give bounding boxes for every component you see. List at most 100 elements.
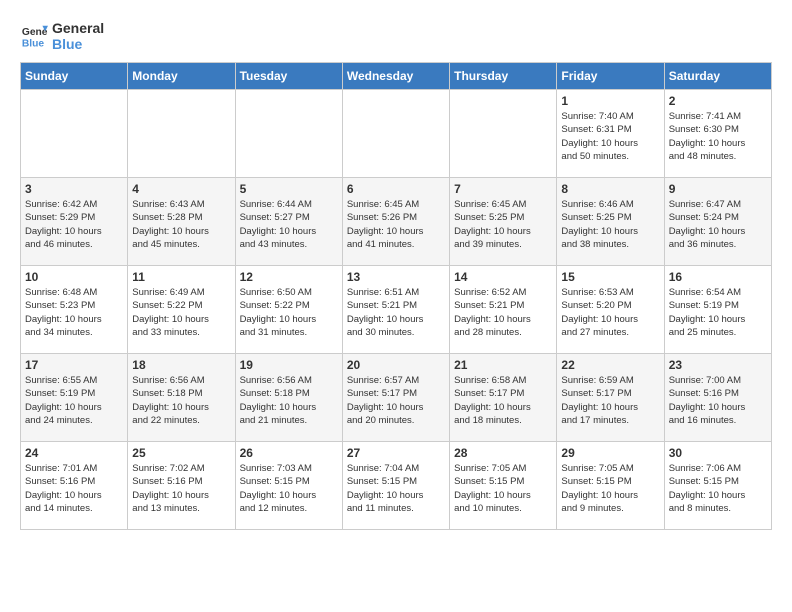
day-number: 6 [347, 182, 445, 196]
calendar-cell: 6 Sunrise: 6:45 AMSunset: 5:26 PMDaylight… [342, 178, 449, 266]
day-info: Sunrise: 6:49 AMSunset: 5:22 PMDaylight:… [132, 286, 230, 339]
calendar-cell: 18 Sunrise: 6:56 AMSunset: 5:18 PMDayligh… [128, 354, 235, 442]
calendar-cell: 27 Sunrise: 7:04 AMSunset: 5:15 PMDayligh… [342, 442, 449, 530]
logo: General Blue General Blue [20, 20, 104, 52]
day-number: 8 [561, 182, 659, 196]
calendar-cell: 7 Sunrise: 6:45 AMSunset: 5:25 PMDaylight… [450, 178, 557, 266]
day-number: 15 [561, 270, 659, 284]
weekday-header-wednesday: Wednesday [342, 63, 449, 90]
calendar-cell: 30Sunrise: 7:06 AMSunset: 5:15 PMDayligh… [664, 442, 771, 530]
calendar-cell: 12 Sunrise: 6:50 AMSunset: 5:22 PMDayligh… [235, 266, 342, 354]
day-info: Sunrise: 7:40 AMSunset: 6:31 PMDaylight:… [561, 110, 659, 163]
header: General Blue General Blue [20, 20, 772, 52]
calendar-cell: 10 Sunrise: 6:48 AMSunset: 5:23 PMDayligh… [21, 266, 128, 354]
day-number: 10 [25, 270, 123, 284]
calendar-cell [235, 90, 342, 178]
day-info: Sunrise: 6:58 AMSunset: 5:17 PMDaylight:… [454, 374, 552, 427]
day-number: 14 [454, 270, 552, 284]
week-row-5: 24 Sunrise: 7:01 AMSunset: 5:16 PMDayligh… [21, 442, 772, 530]
day-number: 24 [25, 446, 123, 460]
day-info: Sunrise: 7:41 AMSunset: 6:30 PMDaylight:… [669, 110, 767, 163]
svg-text:Blue: Blue [22, 38, 45, 49]
calendar-cell: 3 Sunrise: 6:42 AMSunset: 5:29 PMDaylight… [21, 178, 128, 266]
week-row-2: 3 Sunrise: 6:42 AMSunset: 5:29 PMDaylight… [21, 178, 772, 266]
weekday-header-tuesday: Tuesday [235, 63, 342, 90]
day-number: 29 [561, 446, 659, 460]
day-info: Sunrise: 6:52 AMSunset: 5:21 PMDaylight:… [454, 286, 552, 339]
week-row-3: 10 Sunrise: 6:48 AMSunset: 5:23 PMDayligh… [21, 266, 772, 354]
calendar-table: SundayMondayTuesdayWednesdayThursdayFrid… [20, 62, 772, 530]
day-number: 27 [347, 446, 445, 460]
day-number: 30 [669, 446, 767, 460]
day-info: Sunrise: 7:05 AMSunset: 5:15 PMDaylight:… [454, 462, 552, 515]
day-number: 7 [454, 182, 552, 196]
calendar-cell: 24 Sunrise: 7:01 AMSunset: 5:16 PMDayligh… [21, 442, 128, 530]
day-info: Sunrise: 6:43 AMSunset: 5:28 PMDaylight:… [132, 198, 230, 251]
day-number: 3 [25, 182, 123, 196]
calendar-cell: 11Sunrise: 6:49 AMSunset: 5:22 PMDayligh… [128, 266, 235, 354]
day-info: Sunrise: 6:46 AMSunset: 5:25 PMDaylight:… [561, 198, 659, 251]
day-info: Sunrise: 6:59 AMSunset: 5:17 PMDaylight:… [561, 374, 659, 427]
calendar-cell [128, 90, 235, 178]
day-number: 25 [132, 446, 230, 460]
logo-blue: Blue [52, 36, 104, 52]
calendar-cell: 19 Sunrise: 6:56 AMSunset: 5:18 PMDayligh… [235, 354, 342, 442]
day-info: Sunrise: 7:05 AMSunset: 5:15 PMDaylight:… [561, 462, 659, 515]
calendar-cell: 13Sunrise: 6:51 AMSunset: 5:21 PMDayligh… [342, 266, 449, 354]
logo-general: General [52, 20, 104, 36]
day-info: Sunrise: 6:56 AMSunset: 5:18 PMDaylight:… [240, 374, 338, 427]
day-info: Sunrise: 6:48 AMSunset: 5:23 PMDaylight:… [25, 286, 123, 339]
day-number: 21 [454, 358, 552, 372]
calendar-cell [450, 90, 557, 178]
day-info: Sunrise: 6:56 AMSunset: 5:18 PMDaylight:… [132, 374, 230, 427]
calendar-cell: 22Sunrise: 6:59 AMSunset: 5:17 PMDayligh… [557, 354, 664, 442]
day-info: Sunrise: 6:44 AMSunset: 5:27 PMDaylight:… [240, 198, 338, 251]
calendar-cell: 21 Sunrise: 6:58 AMSunset: 5:17 PMDayligh… [450, 354, 557, 442]
day-number: 12 [240, 270, 338, 284]
calendar-cell: 9 Sunrise: 6:47 AMSunset: 5:24 PMDaylight… [664, 178, 771, 266]
day-number: 26 [240, 446, 338, 460]
day-info: Sunrise: 7:00 AMSunset: 5:16 PMDaylight:… [669, 374, 767, 427]
weekday-header-row: SundayMondayTuesdayWednesdayThursdayFrid… [21, 63, 772, 90]
calendar-cell: 26Sunrise: 7:03 AMSunset: 5:15 PMDayligh… [235, 442, 342, 530]
week-row-4: 17Sunrise: 6:55 AMSunset: 5:19 PMDayligh… [21, 354, 772, 442]
day-info: Sunrise: 6:45 AMSunset: 5:25 PMDaylight:… [454, 198, 552, 251]
day-info: Sunrise: 7:04 AMSunset: 5:15 PMDaylight:… [347, 462, 445, 515]
day-number: 4 [132, 182, 230, 196]
day-number: 23 [669, 358, 767, 372]
day-info: Sunrise: 6:47 AMSunset: 5:24 PMDaylight:… [669, 198, 767, 251]
day-number: 28 [454, 446, 552, 460]
day-number: 2 [669, 94, 767, 108]
calendar-cell: 4 Sunrise: 6:43 AMSunset: 5:28 PMDaylight… [128, 178, 235, 266]
week-row-1: 1Sunrise: 7:40 AMSunset: 6:31 PMDaylight… [21, 90, 772, 178]
day-info: Sunrise: 7:02 AMSunset: 5:16 PMDaylight:… [132, 462, 230, 515]
day-info: Sunrise: 6:50 AMSunset: 5:22 PMDaylight:… [240, 286, 338, 339]
calendar-cell: 8 Sunrise: 6:46 AMSunset: 5:25 PMDaylight… [557, 178, 664, 266]
weekday-header-saturday: Saturday [664, 63, 771, 90]
day-number: 5 [240, 182, 338, 196]
day-info: Sunrise: 7:01 AMSunset: 5:16 PMDaylight:… [25, 462, 123, 515]
calendar-cell: 28 Sunrise: 7:05 AMSunset: 5:15 PMDayligh… [450, 442, 557, 530]
day-info: Sunrise: 6:57 AMSunset: 5:17 PMDaylight:… [347, 374, 445, 427]
day-info: Sunrise: 6:42 AMSunset: 5:29 PMDaylight:… [25, 198, 123, 251]
weekday-header-friday: Friday [557, 63, 664, 90]
day-info: Sunrise: 6:45 AMSunset: 5:26 PMDaylight:… [347, 198, 445, 251]
calendar-cell [342, 90, 449, 178]
day-number: 19 [240, 358, 338, 372]
calendar-cell: 23 Sunrise: 7:00 AMSunset: 5:16 PMDayligh… [664, 354, 771, 442]
calendar-cell: 29 Sunrise: 7:05 AMSunset: 5:15 PMDayligh… [557, 442, 664, 530]
day-info: Sunrise: 6:54 AMSunset: 5:19 PMDaylight:… [669, 286, 767, 339]
day-info: Sunrise: 6:55 AMSunset: 5:19 PMDaylight:… [25, 374, 123, 427]
weekday-header-thursday: Thursday [450, 63, 557, 90]
day-info: Sunrise: 6:53 AMSunset: 5:20 PMDaylight:… [561, 286, 659, 339]
weekday-header-monday: Monday [128, 63, 235, 90]
day-info: Sunrise: 6:51 AMSunset: 5:21 PMDaylight:… [347, 286, 445, 339]
calendar-cell: 15 Sunrise: 6:53 AMSunset: 5:20 PMDayligh… [557, 266, 664, 354]
calendar-cell: 16Sunrise: 6:54 AMSunset: 5:19 PMDayligh… [664, 266, 771, 354]
calendar-cell: 14 Sunrise: 6:52 AMSunset: 5:21 PMDayligh… [450, 266, 557, 354]
day-number: 9 [669, 182, 767, 196]
day-number: 18 [132, 358, 230, 372]
calendar-cell: 17Sunrise: 6:55 AMSunset: 5:19 PMDayligh… [21, 354, 128, 442]
calendar-cell: 1Sunrise: 7:40 AMSunset: 6:31 PMDaylight… [557, 90, 664, 178]
calendar-cell: 5 Sunrise: 6:44 AMSunset: 5:27 PMDaylight… [235, 178, 342, 266]
